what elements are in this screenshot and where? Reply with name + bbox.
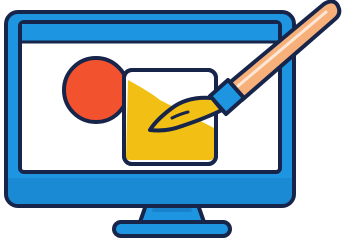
circle-shape — [62, 56, 130, 124]
monitor-paintbrush-illustration — [4, 0, 342, 238]
illustration — [0, 0, 344, 242]
